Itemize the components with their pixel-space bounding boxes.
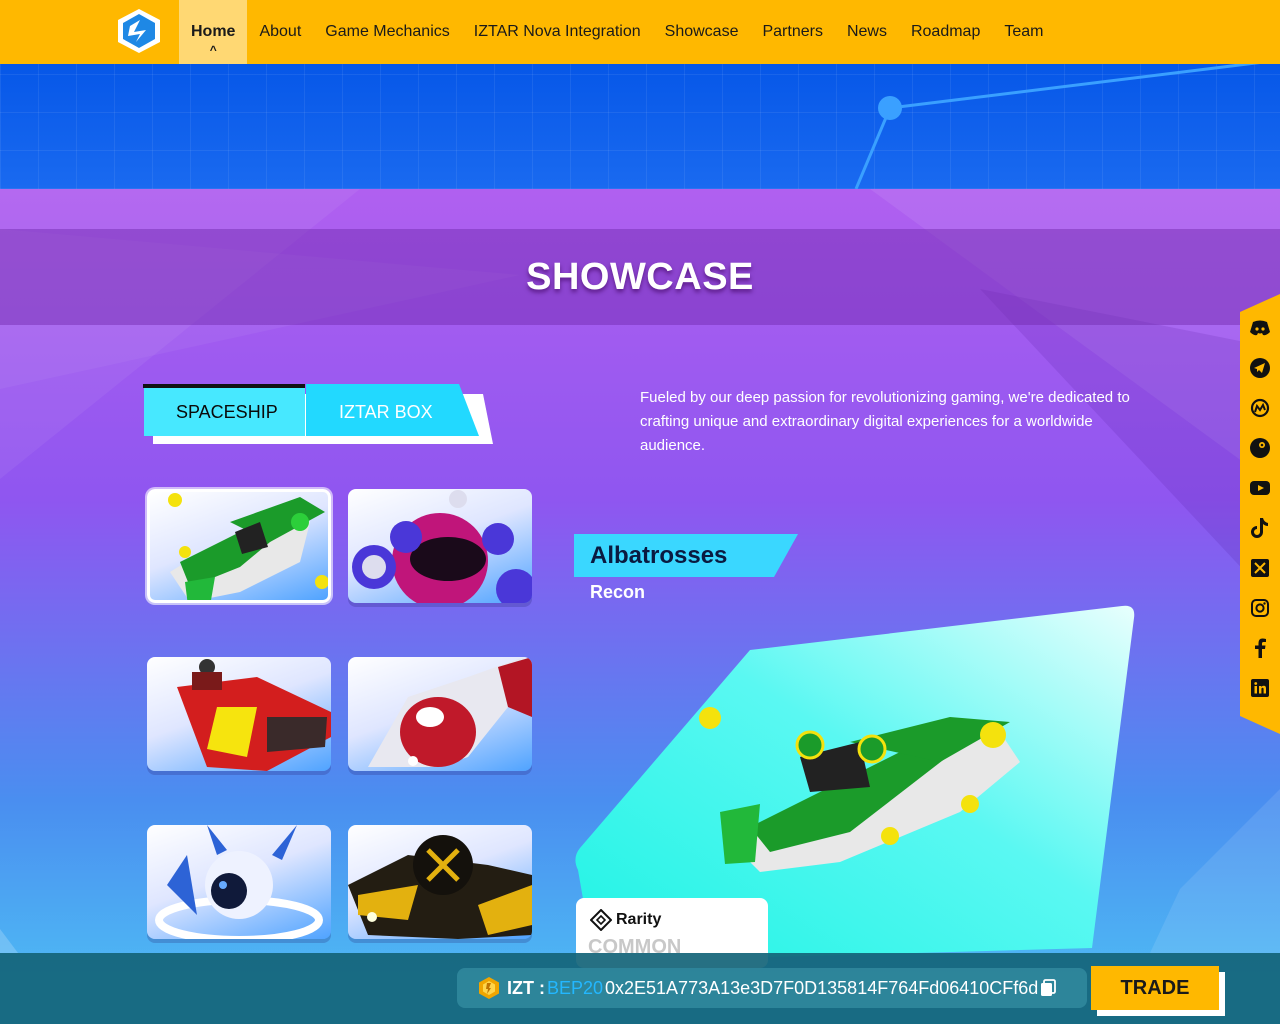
spaceship-card-3[interactable] (147, 657, 331, 771)
nav-item-label: Partners (762, 23, 823, 40)
red-white-spaceship-icon (368, 657, 532, 767)
nav-item-news[interactable]: News (835, 0, 899, 64)
hero-banner (0, 64, 1280, 189)
nav-item-label: Roadmap (910, 23, 981, 40)
nav-item-label: Home (191, 23, 236, 40)
red-yellow-spaceship-icon (177, 659, 331, 771)
spaceship-card-4[interactable] (348, 657, 532, 771)
coinmarketcap-icon[interactable] (1250, 398, 1270, 418)
nav-item-label: News (846, 23, 887, 40)
token-bar: IZT : BEP20 0x2E51A773A13e3D7F0D135814F7… (0, 953, 1280, 1024)
ship-name: Albatrosses (590, 542, 728, 569)
discord-icon[interactable] (1250, 318, 1270, 338)
page-title-band: SHOWCASE (0, 229, 1280, 325)
token-symbol: IZT : (507, 978, 545, 998)
green-spaceship-icon (168, 493, 328, 600)
showcase-description: Fueled by our deep passion for revolutio… (640, 389, 1130, 454)
linkedin-icon[interactable] (1250, 678, 1270, 698)
token-chain: BEP20 (547, 978, 604, 998)
tiktok-icon[interactable] (1250, 518, 1270, 538)
page-title: SHOWCASE (526, 255, 754, 298)
izt-token-icon (479, 977, 499, 999)
network-line-decoration (854, 64, 1260, 189)
ship-name-plate: Albatrosses (574, 534, 800, 578)
nav-item-label: Game Mechanics (325, 23, 450, 40)
iztar-logo-icon[interactable] (116, 8, 162, 54)
telegram-icon[interactable] (1250, 358, 1270, 378)
top-navigation: Home ^ About Game Mechanics IZTAR Nova Integ… (0, 0, 1280, 64)
nav-item-team[interactable]: Team (992, 0, 1055, 64)
tab-bar: SPACESHIP IZTAR BOX (143, 384, 495, 446)
nav-item-home[interactable]: Home ^ (179, 0, 248, 64)
youtube-icon[interactable] (1250, 478, 1270, 498)
spaceship-card-2[interactable] (348, 489, 532, 603)
nav-item-game-mechanics[interactable]: Game Mechanics (313, 0, 462, 64)
facebook-icon[interactable] (1250, 638, 1270, 658)
spaceship-card-albatrosses[interactable] (147, 489, 331, 603)
copy-icon[interactable] (1039, 979, 1057, 997)
trade-button[interactable]: TRADE (1091, 966, 1225, 1016)
spaceship-card-6[interactable] (348, 825, 532, 939)
nav-item-iztar-nova-integration[interactable]: IZTAR Nova Integration (462, 0, 653, 64)
contract-address-box: IZT : BEP20 0x2E51A773A13e3D7F0D135814F7… (457, 968, 1087, 1008)
trade-button-label: TRADE (1091, 966, 1219, 1010)
nav-item-label: Showcase (664, 23, 739, 40)
nav-item-about[interactable]: About (247, 0, 313, 64)
nav-item-label: Team (1004, 23, 1044, 40)
nav-menu: Home ^ About Game Mechanics IZTAR Nova Integ… (179, 0, 1055, 64)
nav-item-roadmap[interactable]: Roadmap (899, 0, 992, 64)
x-icon[interactable] (1250, 558, 1270, 578)
nav-item-showcase[interactable]: Showcase (653, 0, 751, 64)
tab-iztar-box[interactable]: IZTAR BOX (339, 402, 433, 423)
tab-spaceship[interactable]: SPACESHIP (176, 402, 278, 423)
nav-item-label: About (259, 23, 302, 40)
nav-item-partners[interactable]: Partners (750, 0, 834, 64)
white-orb-spaceship-icon (155, 825, 323, 939)
coingecko-icon[interactable] (1250, 438, 1270, 458)
pink-pod-spaceship-icon (352, 490, 532, 603)
rarity-diamond-icon (590, 909, 612, 931)
black-gold-spaceship-icon (348, 835, 532, 939)
spaceship-card-5[interactable] (147, 825, 331, 939)
instagram-icon[interactable] (1250, 598, 1270, 618)
active-caret-icon: ^ (209, 43, 217, 57)
ship-class: Recon (590, 582, 646, 602)
nav-item-label: IZTAR Nova Integration (473, 23, 641, 40)
contract-address[interactable]: 0x2E51A773A13e3D7F0D135814F764Fd06410CFf… (605, 978, 1038, 999)
social-sidebar (1240, 294, 1280, 734)
rarity-label: Rarity (616, 911, 662, 928)
